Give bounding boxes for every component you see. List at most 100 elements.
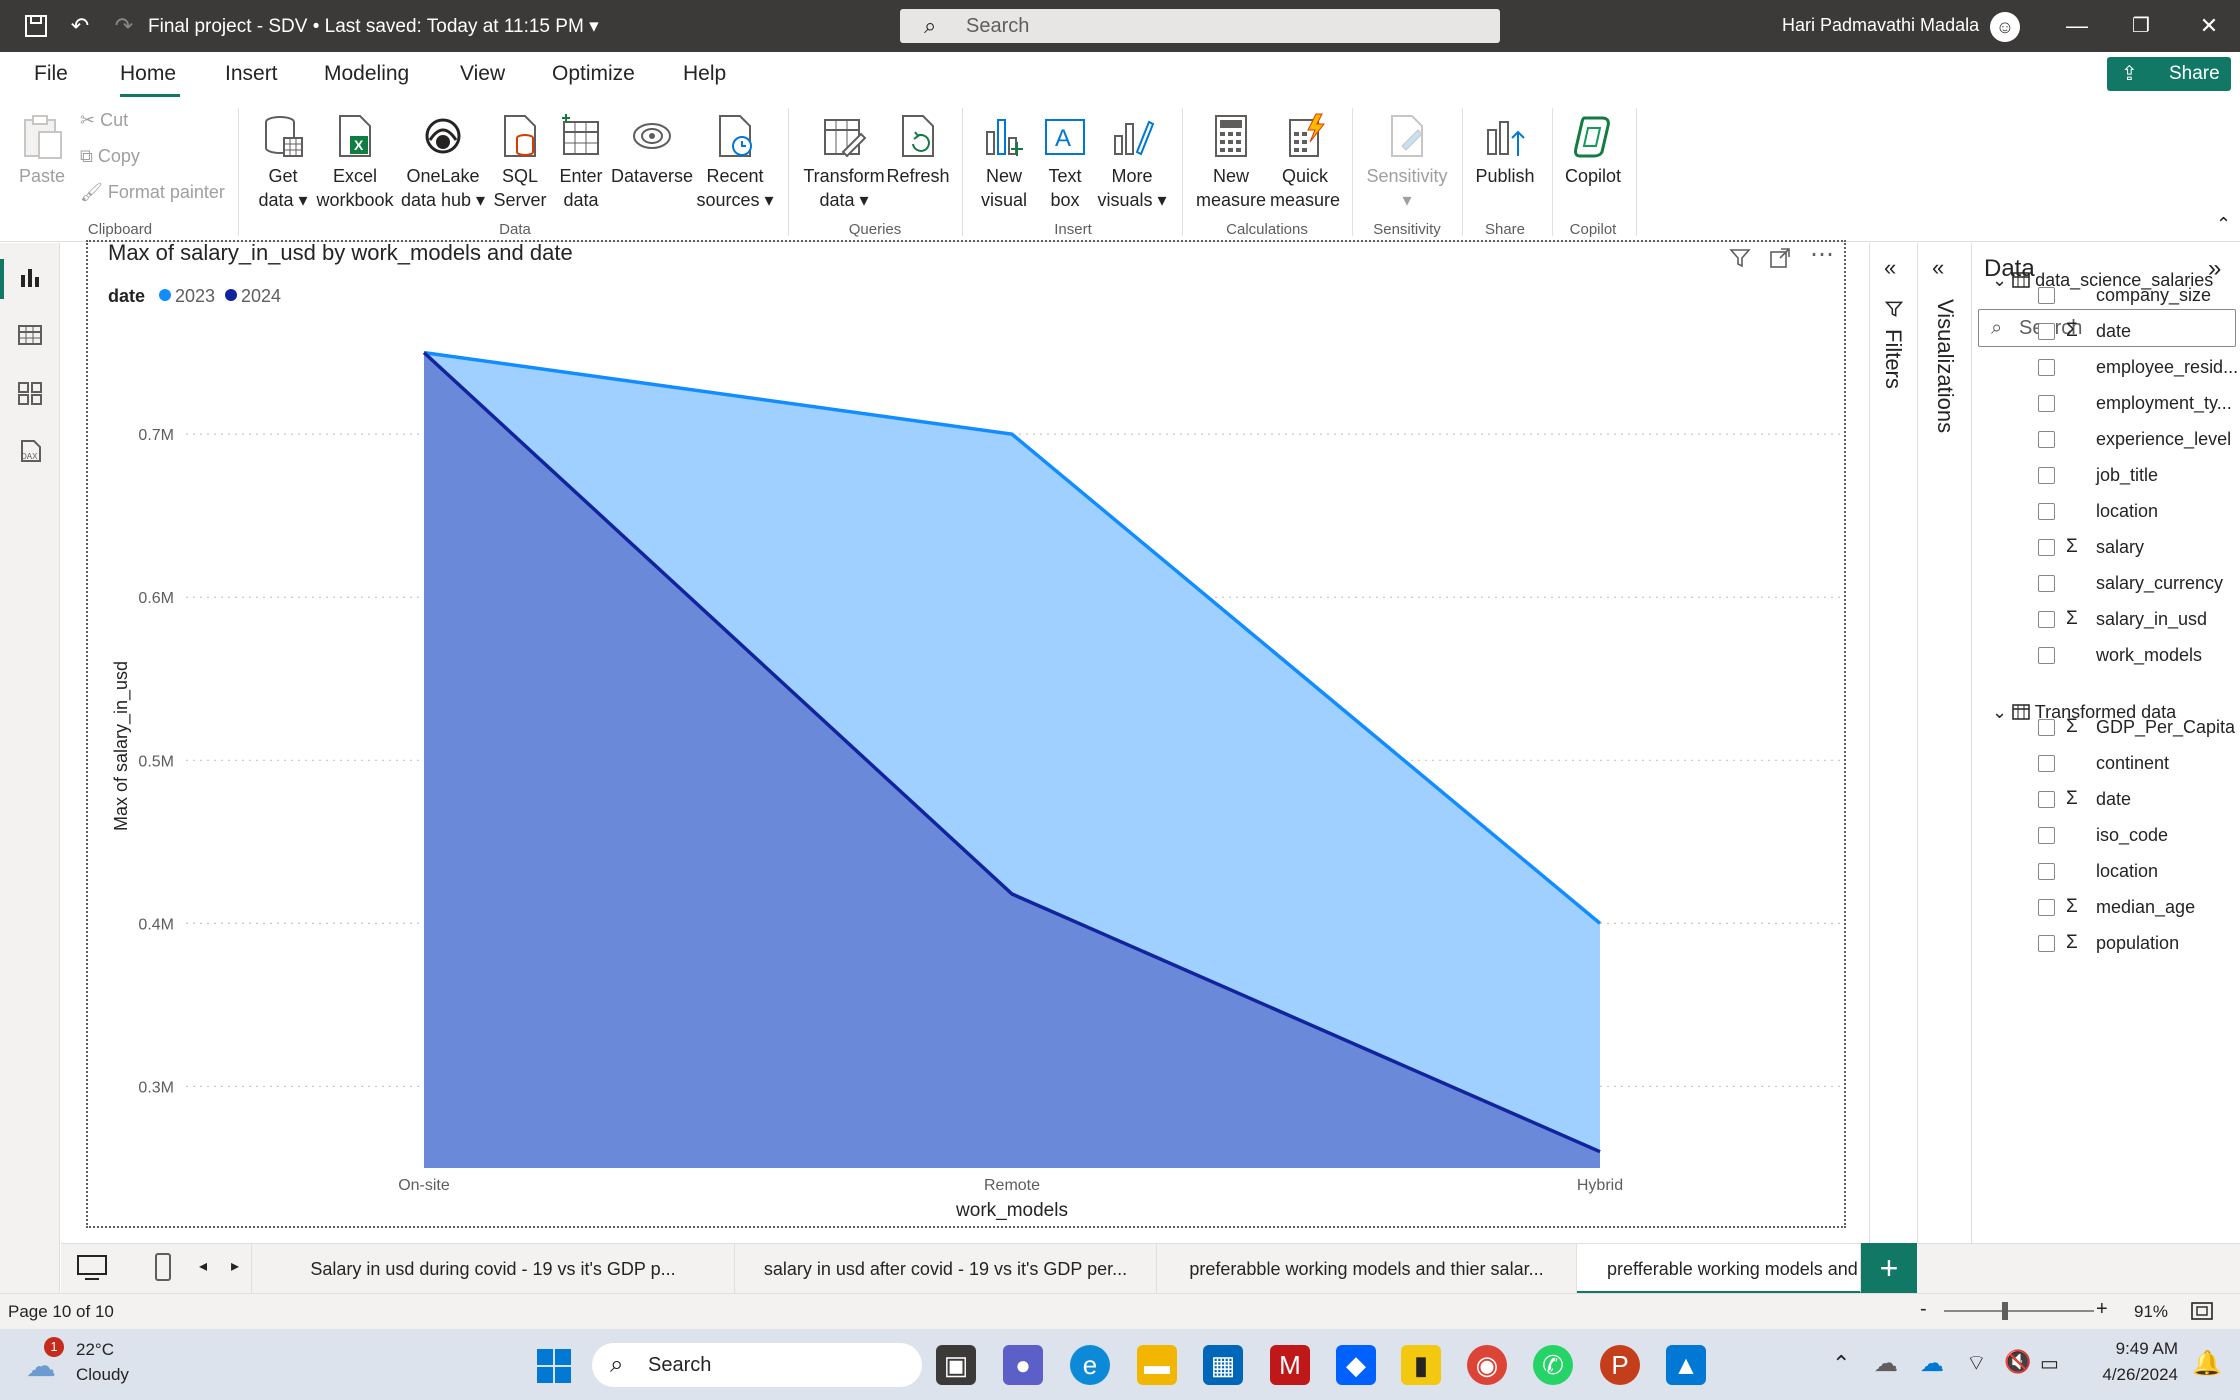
visualizations-pane[interactable]: « Visualizations: [1917, 243, 1971, 1243]
field-checkbox[interactable]: [2038, 899, 2055, 916]
tab-insert[interactable]: Insert: [225, 62, 278, 86]
tab-home[interactable]: Home: [120, 62, 176, 86]
sql-server-button[interactable]: SQL Server: [490, 112, 550, 212]
mobile-layout-icon[interactable]: [153, 1252, 173, 1289]
page-tab[interactable]: preferabble working models and thier sal…: [1157, 1244, 1577, 1294]
avatar-icon[interactable]: ☺: [1990, 12, 2020, 42]
filter-icon[interactable]: [1728, 246, 1752, 276]
next-page-icon[interactable]: ▸: [231, 1256, 239, 1276]
edge-icon[interactable]: e: [1070, 1345, 1110, 1385]
start-icon[interactable]: [535, 1347, 573, 1390]
expand-visualizations-icon[interactable]: «: [1932, 255, 1944, 281]
field-checkbox[interactable]: [2038, 611, 2055, 628]
excel-workbook-button[interactable]: X Excel workbook: [316, 112, 394, 212]
copilot-button[interactable]: Copilot: [1558, 112, 1628, 188]
cloud-icon[interactable]: ☁: [1874, 1349, 1898, 1378]
refresh-button[interactable]: Refresh: [886, 112, 950, 188]
field-checkbox[interactable]: [2038, 467, 2055, 484]
notification-bell-icon[interactable]: 🔔: [2192, 1349, 2222, 1378]
store-icon[interactable]: ▦: [1203, 1345, 1243, 1385]
collapse-ribbon-icon[interactable]: ⌃: [2216, 214, 2231, 235]
field-checkbox[interactable]: [2038, 719, 2055, 736]
field-checkbox[interactable]: [2038, 935, 2055, 952]
text-box-button[interactable]: A Text box: [1036, 112, 1094, 212]
photos-icon[interactable]: ▲: [1666, 1345, 1706, 1385]
paste-button[interactable]: Paste: [14, 112, 70, 188]
wifi-icon[interactable]: ⌔: [1966, 1349, 1987, 1377]
tab-help[interactable]: Help: [683, 62, 726, 86]
enter-data-button[interactable]: Enter data: [552, 112, 610, 212]
report-view-icon[interactable]: [14, 263, 46, 295]
page-tab-active[interactable]: prefferable working models and thier s: [1577, 1244, 1861, 1294]
tab-optimize[interactable]: Optimize: [552, 62, 635, 86]
chevron-down-icon[interactable]: ⌄: [1992, 270, 2007, 290]
focus-mode-icon[interactable]: [1768, 246, 1792, 276]
dropbox-icon[interactable]: ◆: [1336, 1345, 1376, 1385]
whatsapp-icon[interactable]: ✆: [1533, 1345, 1573, 1385]
field-checkbox[interactable]: [2038, 575, 2055, 592]
page-tab[interactable]: salary in usd after covid - 19 vs it's G…: [735, 1244, 1157, 1294]
share-button[interactable]: ⇪Share ▾: [2107, 57, 2231, 118]
onedrive-icon[interactable]: ☁: [1920, 1349, 1944, 1378]
power-bi-icon[interactable]: ▮: [1401, 1345, 1441, 1385]
dax-query-view-icon[interactable]: DAX: [14, 437, 46, 469]
tab-view[interactable]: View: [460, 62, 505, 86]
taskbar-search[interactable]: ⌕ Search: [592, 1343, 922, 1387]
area-chart-visual[interactable]: [86, 240, 1846, 1228]
quick-measure-button[interactable]: Quick measure: [1264, 112, 1346, 212]
zoom-in-icon[interactable]: +: [2096, 1298, 2108, 1321]
volume-mute-icon[interactable]: 🔇: [2004, 1349, 2031, 1375]
cut-button[interactable]: ✂ Cut: [80, 110, 128, 131]
file-explorer-icon[interactable]: ▬: [1137, 1345, 1177, 1385]
redo-icon[interactable]: ↷: [110, 12, 138, 40]
chrome-icon[interactable]: ◉: [1467, 1345, 1507, 1385]
field-checkbox[interactable]: [2038, 503, 2055, 520]
field-checkbox[interactable]: [2038, 755, 2055, 772]
minimize-icon[interactable]: —: [2062, 10, 2092, 42]
desktop-layout-icon[interactable]: [75, 1252, 109, 1287]
page-tab[interactable]: Salary in usd during covid - 19 vs it's …: [251, 1244, 735, 1294]
document-title[interactable]: Final project - SDV • Last saved: Today …: [148, 15, 599, 38]
field-checkbox[interactable]: [2038, 287, 2055, 304]
dataverse-button[interactable]: Dataverse: [610, 112, 694, 188]
onelake-data-hub-button[interactable]: OneLake data hub ▾: [398, 112, 488, 212]
save-icon[interactable]: [22, 12, 50, 40]
more-options-icon[interactable]: ⋯: [1810, 240, 1834, 269]
transform-data-button[interactable]: Transform data ▾: [800, 112, 888, 212]
model-view-icon[interactable]: [14, 379, 46, 411]
zoom-slider[interactable]: [1944, 1310, 2094, 1312]
search-box[interactable]: ⌕ Search: [900, 9, 1500, 43]
format-painter-button[interactable]: 🖌 Format painter: [80, 182, 225, 203]
filters-pane[interactable]: « Filters: [1869, 243, 1917, 1243]
field-checkbox[interactable]: [2038, 539, 2055, 556]
undo-icon[interactable]: ↶: [66, 12, 94, 40]
zoom-slider-thumb[interactable]: [2002, 1302, 2008, 1320]
teams-icon[interactable]: ●: [1003, 1345, 1043, 1385]
copy-button[interactable]: ⧉ Copy: [80, 146, 140, 167]
new-visual-button[interactable]: New visual: [974, 112, 1034, 212]
expand-filters-icon[interactable]: «: [1884, 255, 1896, 281]
zoom-out-icon[interactable]: -: [1920, 1298, 1927, 1321]
new-measure-button[interactable]: New measure: [1190, 112, 1272, 212]
sensitivity-button[interactable]: Sensitivity ▾: [1362, 112, 1452, 212]
fit-to-page-icon[interactable]: [2190, 1300, 2214, 1327]
tab-file[interactable]: File: [34, 62, 68, 86]
field-checkbox[interactable]: [2038, 647, 2055, 664]
chevron-down-icon[interactable]: ▾: [589, 16, 599, 37]
task-view-icon[interactable]: ▣: [936, 1345, 976, 1385]
get-data-button[interactable]: Get data ▾: [250, 112, 316, 212]
table-view-icon[interactable]: [14, 321, 46, 353]
mcafee-icon[interactable]: M: [1270, 1345, 1310, 1385]
publish-button[interactable]: Publish: [1470, 112, 1540, 188]
powerpoint-icon[interactable]: P: [1600, 1345, 1640, 1385]
previous-page-icon[interactable]: ◂: [199, 1256, 207, 1276]
restore-icon[interactable]: ❐: [2126, 10, 2156, 42]
field-checkbox[interactable]: [2038, 431, 2055, 448]
close-icon[interactable]: ✕: [2194, 10, 2224, 42]
field-checkbox[interactable]: [2038, 827, 2055, 844]
battery-icon[interactable]: ▭: [2040, 1351, 2059, 1376]
add-page-button[interactable]: +: [1861, 1243, 1917, 1293]
chevron-down-icon[interactable]: ⌄: [1992, 702, 2007, 722]
tab-modeling[interactable]: Modeling: [324, 62, 409, 86]
more-visuals-button[interactable]: More visuals ▾: [1094, 112, 1170, 212]
